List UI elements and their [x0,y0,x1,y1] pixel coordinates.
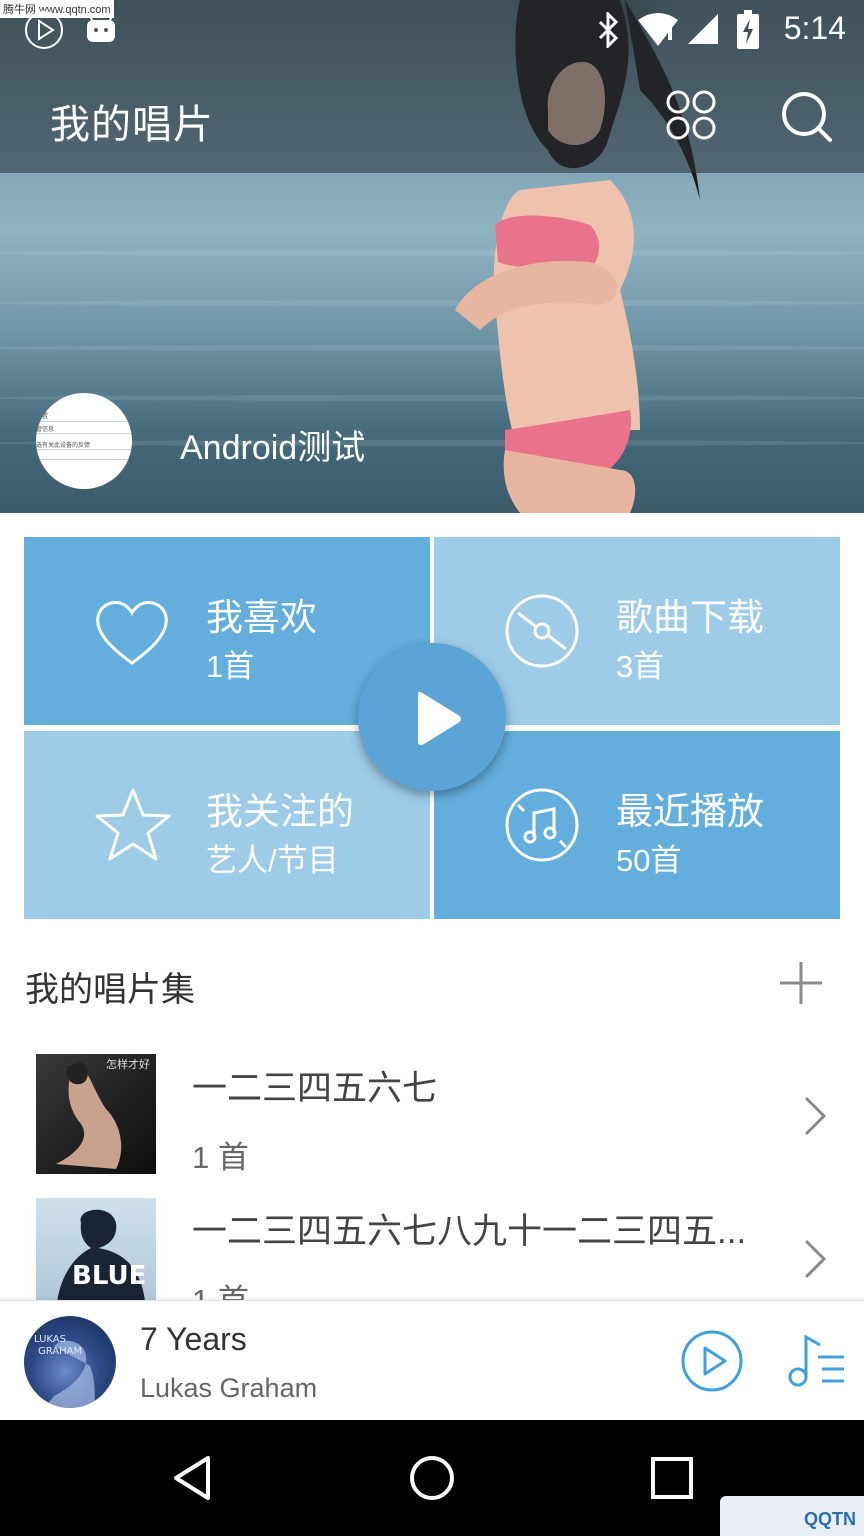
tile-title: 最近播放 [616,791,764,832]
tile-subtitle: 1首 [206,649,255,684]
playlist-icon[interactable] [784,1333,848,1389]
cover-art: 怎样才好 [56,1057,150,1169]
page-title: 我的唱片 [50,103,214,147]
album-title: 一二三四五六七八九十一二三四五... [192,1212,747,1251]
chevron-right-icon [804,1096,827,1136]
wifi-icon [638,13,678,46]
username[interactable]: Android测试 [180,420,365,469]
add-icon[interactable] [776,958,826,1008]
album-row[interactable]: 怎样才好 一二三四五六七 1 首 [0,1050,864,1180]
top-app-bar: 腾牛网 www.qqtn.com 5:14 我的唱片 [0,0,864,173]
wave [0,300,864,306]
cover-text: BLUE [72,1261,146,1291]
tile-title: 歌曲下载 [616,597,764,638]
mini-player[interactable]: LUKAS GRAHAM 7 Years Lukas Graham [0,1300,864,1420]
track-title: 7 Years [140,1321,247,1357]
disc-icon [505,594,579,668]
watermark-text: QQTN [804,1509,856,1529]
tile-subtitle: 艺人/节目 [206,843,339,878]
section-title: 我的唱片集 [25,971,195,1009]
cover-text: 怎样才好 [106,1057,150,1071]
signal-icon [688,14,718,44]
home-icon[interactable] [408,1454,456,1502]
tile-subtitle: 50首 [616,843,682,878]
tile-subtitle: 3首 [616,649,665,684]
back-icon[interactable] [170,1454,214,1502]
chevron-right-icon [804,1239,827,1279]
watermark-logo: QQTN [720,1496,864,1536]
bluetooth-icon [598,12,619,48]
tile-title: 我喜欢 [206,597,317,638]
avatar[interactable]: 设置 管信息 选有关此设备的反馈 [36,393,132,489]
cover-art: LUKAS GRAHAM [34,1334,95,1408]
album-title: 一二三四五六七 [192,1069,438,1108]
battery-icon [737,10,759,49]
wave [0,250,864,256]
tile-title: 我关注的 [206,791,354,832]
svg-text:LUKAS: LUKAS [34,1334,66,1345]
grid-menu-icon[interactable] [666,90,716,140]
status-bar: 腾牛网 www.qqtn.com 5:14 [0,0,864,58]
clock: 5:14 [783,10,846,46]
play-notification-icon [25,11,63,49]
music-note-icon [505,788,579,862]
play-icon[interactable] [680,1329,744,1393]
album-count: 1 首 [192,1140,249,1175]
profile-header: 腾牛网 www.qqtn.com 5:14 我的唱片 设置 管信息 选有关此设备… [0,0,864,513]
album-cover: 怎样才好 [36,1054,156,1174]
android-notification-icon [87,13,115,42]
recents-icon[interactable] [650,1456,694,1500]
star-icon [95,788,171,861]
track-artist: Lukas Graham [140,1373,318,1403]
svg-text:GRAHAM: GRAHAM [38,1346,82,1357]
heart-icon [96,601,168,665]
play-icon [418,691,461,745]
wave [0,395,864,401]
navigation-bar: QQTN [0,1420,864,1536]
wave [0,345,864,351]
play-all-button[interactable] [358,643,506,791]
search-icon[interactable] [780,90,834,144]
now-playing-art: LUKAS GRAHAM [24,1316,116,1408]
